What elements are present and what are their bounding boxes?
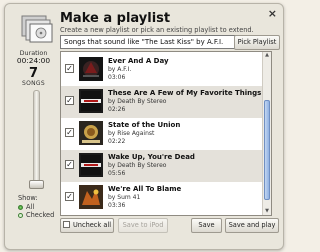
song-checkbox[interactable]: ✓	[65, 64, 74, 73]
album-art-icon	[79, 57, 103, 81]
radio-selected-icon	[18, 204, 23, 210]
show-filter-label: Show:	[18, 194, 38, 202]
scroll-up-icon[interactable]: ▲	[263, 52, 271, 59]
song-duration: 03:36	[108, 202, 126, 209]
filter-option-all[interactable]: All	[18, 203, 34, 211]
save-to-ipod-button[interactable]: Save to iPod	[118, 218, 168, 233]
dialog-subtitle: Create a new playlist or pick an existin…	[60, 26, 254, 34]
song-artist: by Death By Stereo	[108, 98, 167, 105]
song-duration: 03:06	[108, 74, 126, 81]
album-art-icon	[79, 89, 103, 113]
song-checkbox[interactable]: ✓	[65, 128, 74, 137]
close-icon[interactable]: ×	[268, 8, 277, 19]
song-title: We're All To Blame	[108, 185, 182, 193]
album-art-icon	[79, 185, 103, 209]
uncheck-all-button[interactable]: Uncheck all	[60, 218, 114, 233]
playlist-search-input[interactable]	[60, 35, 239, 49]
pick-playlist-button[interactable]: Pick Playlist	[234, 35, 280, 50]
song-duration: 05:56	[108, 170, 126, 177]
save-and-play-button[interactable]: Save and play	[225, 218, 279, 233]
song-checkbox[interactable]: ✓	[65, 160, 74, 169]
song-title: Ever And A Day	[108, 57, 169, 65]
song-title: Wake Up, You're Dead	[108, 153, 195, 161]
radio-unselected-icon	[18, 212, 23, 218]
song-duration: 02:22	[108, 138, 126, 145]
dialog-title: Make a playlist	[60, 11, 171, 26]
list-item[interactable]: ✓ Wake Up, You're Dead by Death By Stere…	[61, 150, 263, 182]
checkbox-icon	[62, 221, 70, 228]
duration-value: 00:24:00	[16, 56, 51, 65]
song-artist: by Death By Stereo	[108, 162, 167, 169]
song-artist: by Rise Against	[108, 130, 155, 137]
save-button[interactable]: Save	[191, 218, 222, 233]
song-list-scrollbar[interactable]: ▲ ▼	[262, 52, 271, 215]
song-checkbox[interactable]: ✓	[65, 96, 74, 105]
list-item[interactable]: ✓ These Are A Few of My Favorite Things …	[61, 86, 263, 118]
song-list: ✓ Ever And A Day by A.F.I. 03:06 ✓ These…	[60, 51, 272, 216]
uncheck-all-label: Uncheck all	[72, 221, 112, 229]
list-item[interactable]: ✓ State of the Union by Rise Against 02:…	[61, 118, 263, 150]
filter-option-label: Checked	[26, 211, 55, 219]
songs-count: 7	[28, 66, 39, 81]
list-item[interactable]: ✓ We're All To Blame by Sum 41 03:36	[61, 182, 263, 214]
scrollbar-thumb[interactable]	[264, 100, 270, 200]
scroll-down-icon[interactable]: ▼	[263, 208, 271, 215]
album-art-icon	[79, 121, 103, 145]
song-title: State of the Union	[108, 121, 181, 129]
song-title: These Are A Few of My Favorite Things	[108, 89, 262, 97]
playlist-icon	[16, 12, 56, 46]
song-checkbox[interactable]: ✓	[65, 192, 74, 201]
song-artist: by A.F.I.	[108, 66, 132, 73]
songs-label: SONGS	[22, 80, 45, 87]
song-duration: 02:26	[108, 106, 126, 113]
playlist-dialog: × Make a playlist Create a new playlist …	[4, 3, 284, 250]
filter-option-label: All	[26, 203, 35, 211]
song-artist: by Sum 41	[108, 194, 141, 201]
filter-option-checked[interactable]: Checked	[18, 211, 54, 219]
list-item[interactable]: ✓ Ever And A Day by A.F.I. 03:06	[61, 54, 263, 86]
song-count-slider-thumb[interactable]	[29, 180, 44, 189]
song-count-slider-track[interactable]	[33, 90, 40, 187]
album-art-icon	[79, 153, 103, 177]
